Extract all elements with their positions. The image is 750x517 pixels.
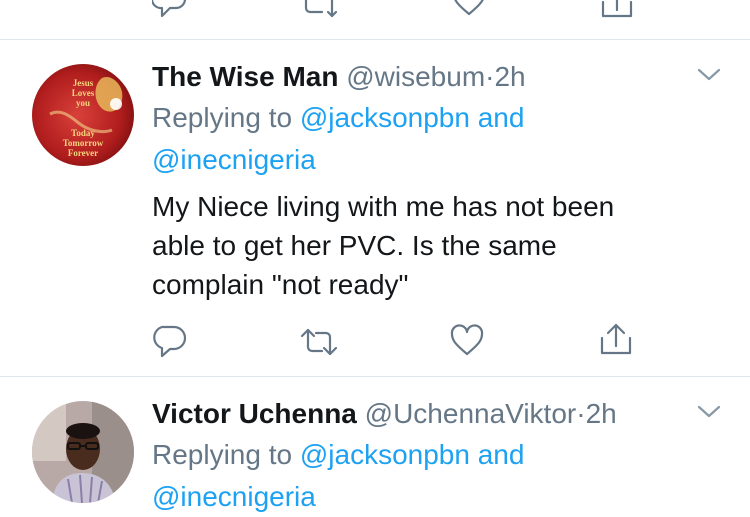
reply-and-text[interactable]: and — [478, 439, 525, 470]
tweet-text-line: complain "not ready" — [152, 269, 409, 300]
avatar-text-3: you — [76, 98, 90, 108]
timestamp[interactable]: 2h — [586, 398, 617, 429]
avatar[interactable] — [32, 401, 134, 503]
reply-icon[interactable] — [152, 324, 188, 358]
tweet-header: The Wise Man @wisebum·2h — [152, 57, 526, 97]
avatar-text-6: Forever — [68, 148, 98, 158]
avatar[interactable]: Jesus Loves you Today Tomorrow Forever — [32, 64, 134, 166]
tweet-text-line: My Niece living with me has not been — [152, 191, 615, 222]
separator-dot: · — [576, 398, 586, 429]
tweet-divider — [0, 376, 750, 377]
display-name[interactable]: Victor Uchenna — [152, 398, 357, 429]
previous-tweet-actions — [0, 0, 750, 22]
avatar-text-2: Loves — [72, 88, 95, 98]
reply-and-text[interactable]: and — [478, 102, 525, 133]
mention-link[interactable]: @jacksonpbn — [300, 102, 470, 133]
avatar-text-5: Tomorrow — [63, 138, 104, 148]
avatar-text-4: Today — [71, 128, 95, 138]
user-handle[interactable]: @wisebum — [346, 61, 485, 92]
mention-link[interactable]: @jacksonpbn — [300, 439, 470, 470]
reply-context: Replying to @jacksonpbn and — [152, 435, 524, 475]
like-icon[interactable] — [450, 324, 484, 356]
mention-link[interactable]: @inecnigeria — [152, 144, 316, 175]
reply-context-line-2: @inecnigeria — [152, 140, 316, 180]
timestamp[interactable]: 2h — [494, 61, 525, 92]
chevron-down-icon[interactable] — [696, 66, 722, 89]
chevron-down-icon[interactable] — [696, 403, 722, 426]
reply-icon[interactable] — [152, 0, 188, 20]
tweet-divider — [0, 39, 750, 40]
retweet-icon[interactable] — [302, 0, 338, 18]
reply-context: Replying to @jacksonpbn and — [152, 98, 524, 138]
display-name[interactable]: The Wise Man — [152, 61, 338, 92]
tweet-text-line: able to get her PVC. Is the same — [152, 230, 557, 261]
mention-link[interactable]: @inecnigeria — [152, 481, 316, 512]
user-handle[interactable]: @UchennaViktor — [365, 398, 577, 429]
tweet-text: My Niece living with me has not been abl… — [152, 187, 712, 304]
share-icon[interactable] — [600, 0, 634, 20]
replying-to-label: Replying to — [152, 102, 293, 133]
share-icon[interactable] — [599, 322, 633, 356]
avatar-text-1: Jesus — [73, 78, 94, 88]
like-icon[interactable] — [452, 0, 486, 16]
tweet-header: Victor Uchenna @UchennaViktor·2h — [152, 394, 617, 434]
retweet-icon[interactable] — [300, 327, 338, 357]
reply-context-line-2: @inecnigeria — [152, 477, 316, 517]
replying-to-label: Replying to — [152, 439, 293, 470]
